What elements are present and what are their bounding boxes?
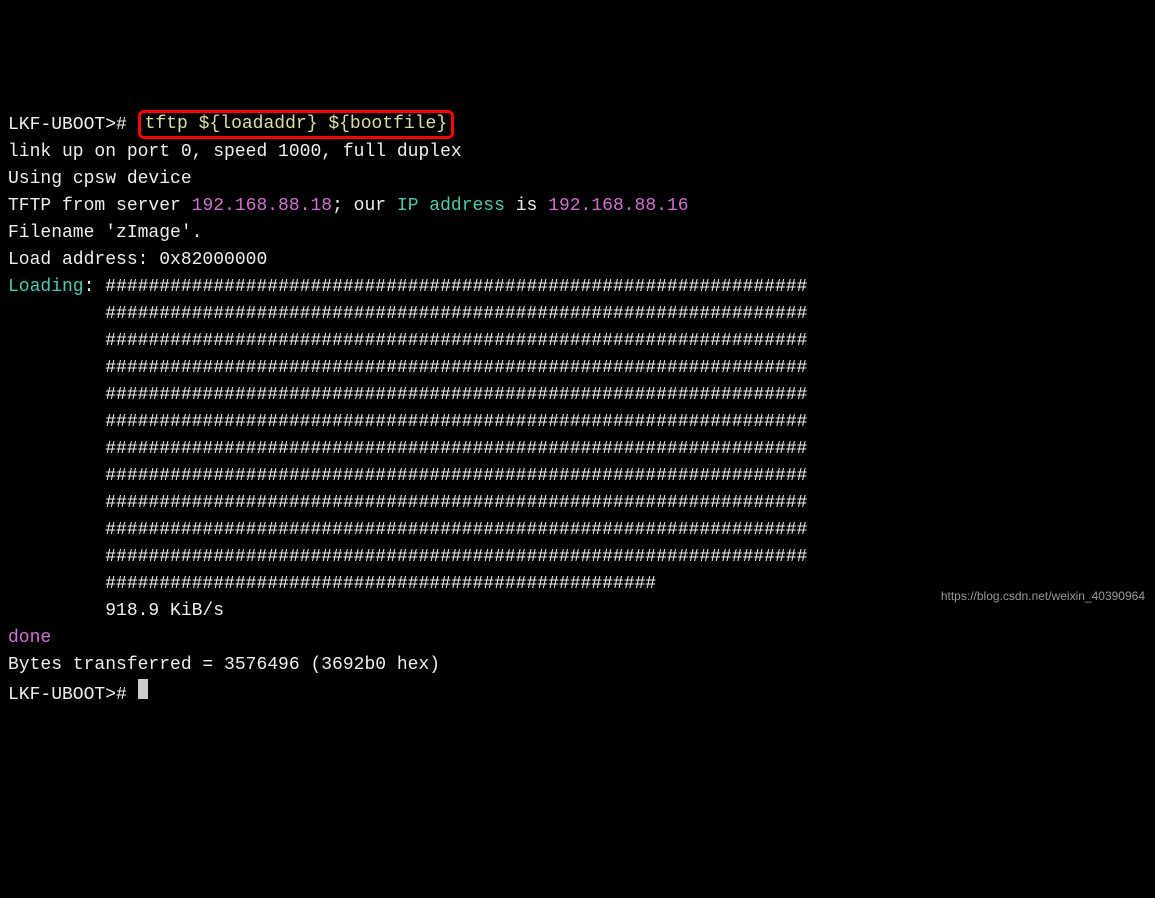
command-highlight-box: tftp ${loadaddr} ${bootfile} [138,110,455,139]
tftp-mid: ; our [332,196,397,216]
filename-line: Filename 'zImage'. [8,223,202,243]
our-ip: 192.168.88.16 [548,196,688,216]
progress-hash-row: ########################################… [105,304,807,324]
server-ip: 192.168.88.18 [192,196,332,216]
command-text: tftp [145,114,188,134]
terminal-output: LKF-UBOOT># tftp ${loadaddr} ${bootfile}… [8,112,1155,709]
progress-hash-row: ########################################… [105,385,807,405]
progress-hash-row: ########################################… [105,277,807,297]
progress-hash-row: ########################################… [105,547,807,567]
prompt-label: LKF-UBOOT># [8,685,127,705]
tftp-prefix: TFTP from server [8,196,192,216]
cursor-icon[interactable] [138,679,148,699]
progress-hash-row: ########################################… [105,412,807,432]
link-status-line: link up on port 0, speed 1000, full dupl… [8,142,462,162]
command-arg2: ${bootfile} [328,114,447,134]
progress-hash-row: ########################################… [105,466,807,486]
done-label: done [8,628,51,648]
progress-hash-row: ########################################… [105,331,807,351]
prompt-label: LKF-UBOOT># [8,115,127,135]
progress-hash-row: ########################################… [105,520,807,540]
watermark-text: https://blog.csdn.net/weixin_40390964 [941,587,1145,605]
tftp-mid2: is [505,196,548,216]
bytes-transferred-line: Bytes transferred = 3576496 (3692b0 hex) [8,655,440,675]
progress-hash-row: ########################################… [105,358,807,378]
device-line: Using cpsw device [8,169,192,189]
speed-line: 918.9 KiB/s [8,601,224,621]
progress-hash-row-last: ########################################… [105,574,656,594]
loading-label: Loading [8,277,84,297]
ip-address-label: IP address [397,196,505,216]
loading-colon: : [84,277,106,297]
progress-hash-row: ########################################… [105,439,807,459]
loadaddr-line: Load address: 0x82000000 [8,250,267,270]
progress-hash-row: ########################################… [105,493,807,513]
command-arg1: ${loadaddr} [199,114,318,134]
